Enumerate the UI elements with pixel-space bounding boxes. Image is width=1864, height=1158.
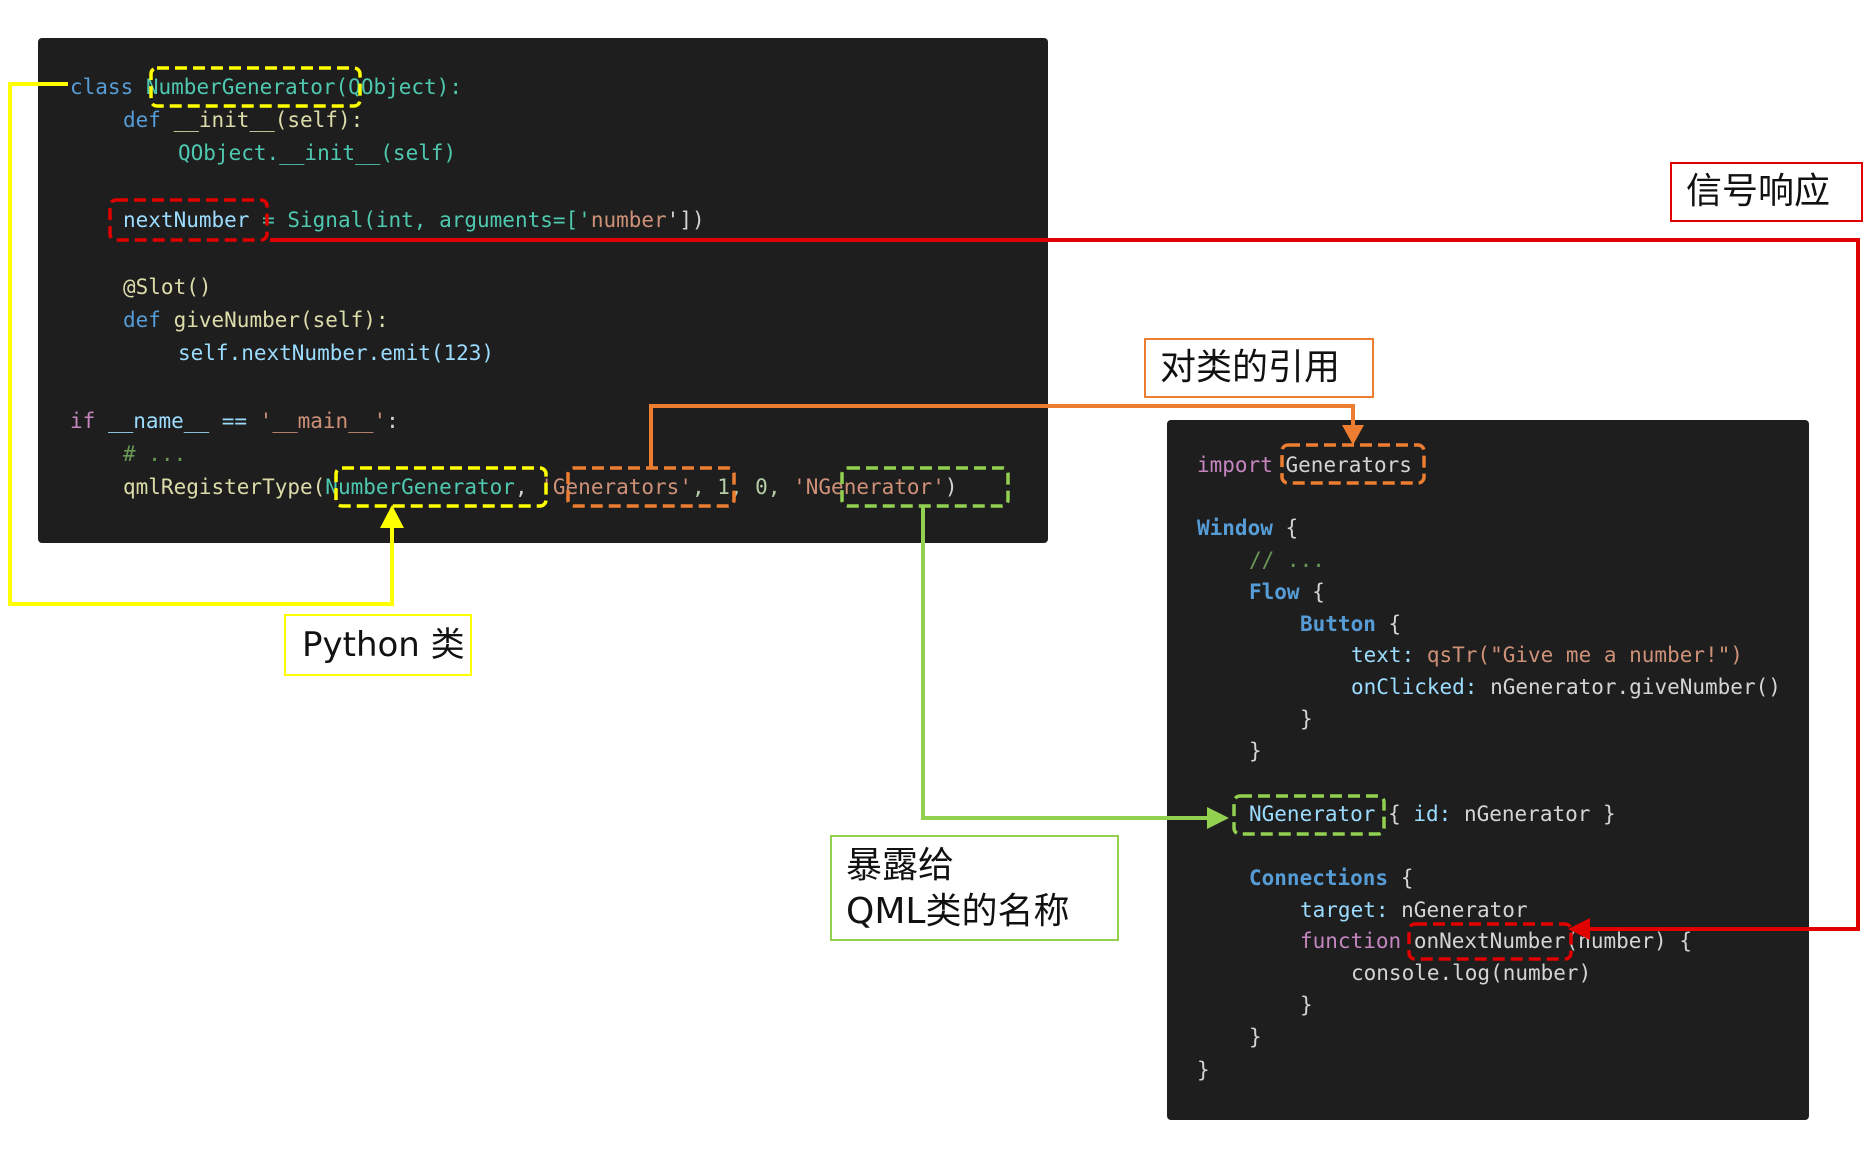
qml-line-ngenerator: NGenerator { id: nGenerator }: [1249, 802, 1616, 826]
python-line-slot: @Slot(): [123, 275, 212, 299]
qml-line-connections: Connections {: [1249, 866, 1414, 890]
python-line-def-give: def giveNumber(self):: [123, 308, 389, 332]
python-line-emit: self.nextNumber.emit(123): [178, 341, 495, 365]
qml-line-close2: }: [1249, 739, 1262, 763]
qml-line-text: text: qsTr("Give me a number!"): [1351, 643, 1743, 667]
label-class-reference: 对类的引用: [1144, 338, 1374, 398]
python-line-def-init: def __init__(self):: [123, 108, 364, 132]
qml-line-function: function onNextNumber(number) {: [1300, 929, 1692, 953]
qml-line-flow: Flow {: [1249, 580, 1325, 604]
qml-line-target: target: nGenerator: [1300, 898, 1528, 922]
label-python-class: Python 类: [284, 614, 472, 676]
qml-line-button: Button {: [1300, 612, 1402, 636]
qml-line-window: Window {: [1197, 516, 1299, 540]
python-line-register: qmlRegisterType(NumberGenerator, 'Genera…: [123, 475, 958, 499]
python-line-init-call: QObject.__init__(self): [178, 141, 457, 165]
qml-line-comment: // ...: [1249, 548, 1325, 572]
python-line-class: class NumberGenerator(QObject):: [70, 75, 462, 99]
python-line-comment: # ...: [123, 442, 187, 466]
qml-line-onclicked: onClicked: nGenerator.giveNumber(): [1351, 675, 1781, 699]
qml-line-close4: }: [1249, 1025, 1262, 1049]
qml-line-close3: }: [1300, 993, 1313, 1017]
qml-line-close1: }: [1300, 707, 1313, 731]
label-signal-response: 信号响应: [1670, 162, 1863, 222]
qml-line-import: import Generators: [1197, 453, 1412, 477]
python-line-signal: nextNumber = Signal(int, arguments=['num…: [123, 208, 705, 232]
label-qml-name: 暴露给 QML类的名称: [830, 835, 1119, 941]
qml-line-console: console.log(number): [1351, 961, 1592, 985]
qml-line-close5: }: [1197, 1058, 1210, 1082]
python-line-if-main: if __name__ == '__main__':: [70, 409, 399, 433]
